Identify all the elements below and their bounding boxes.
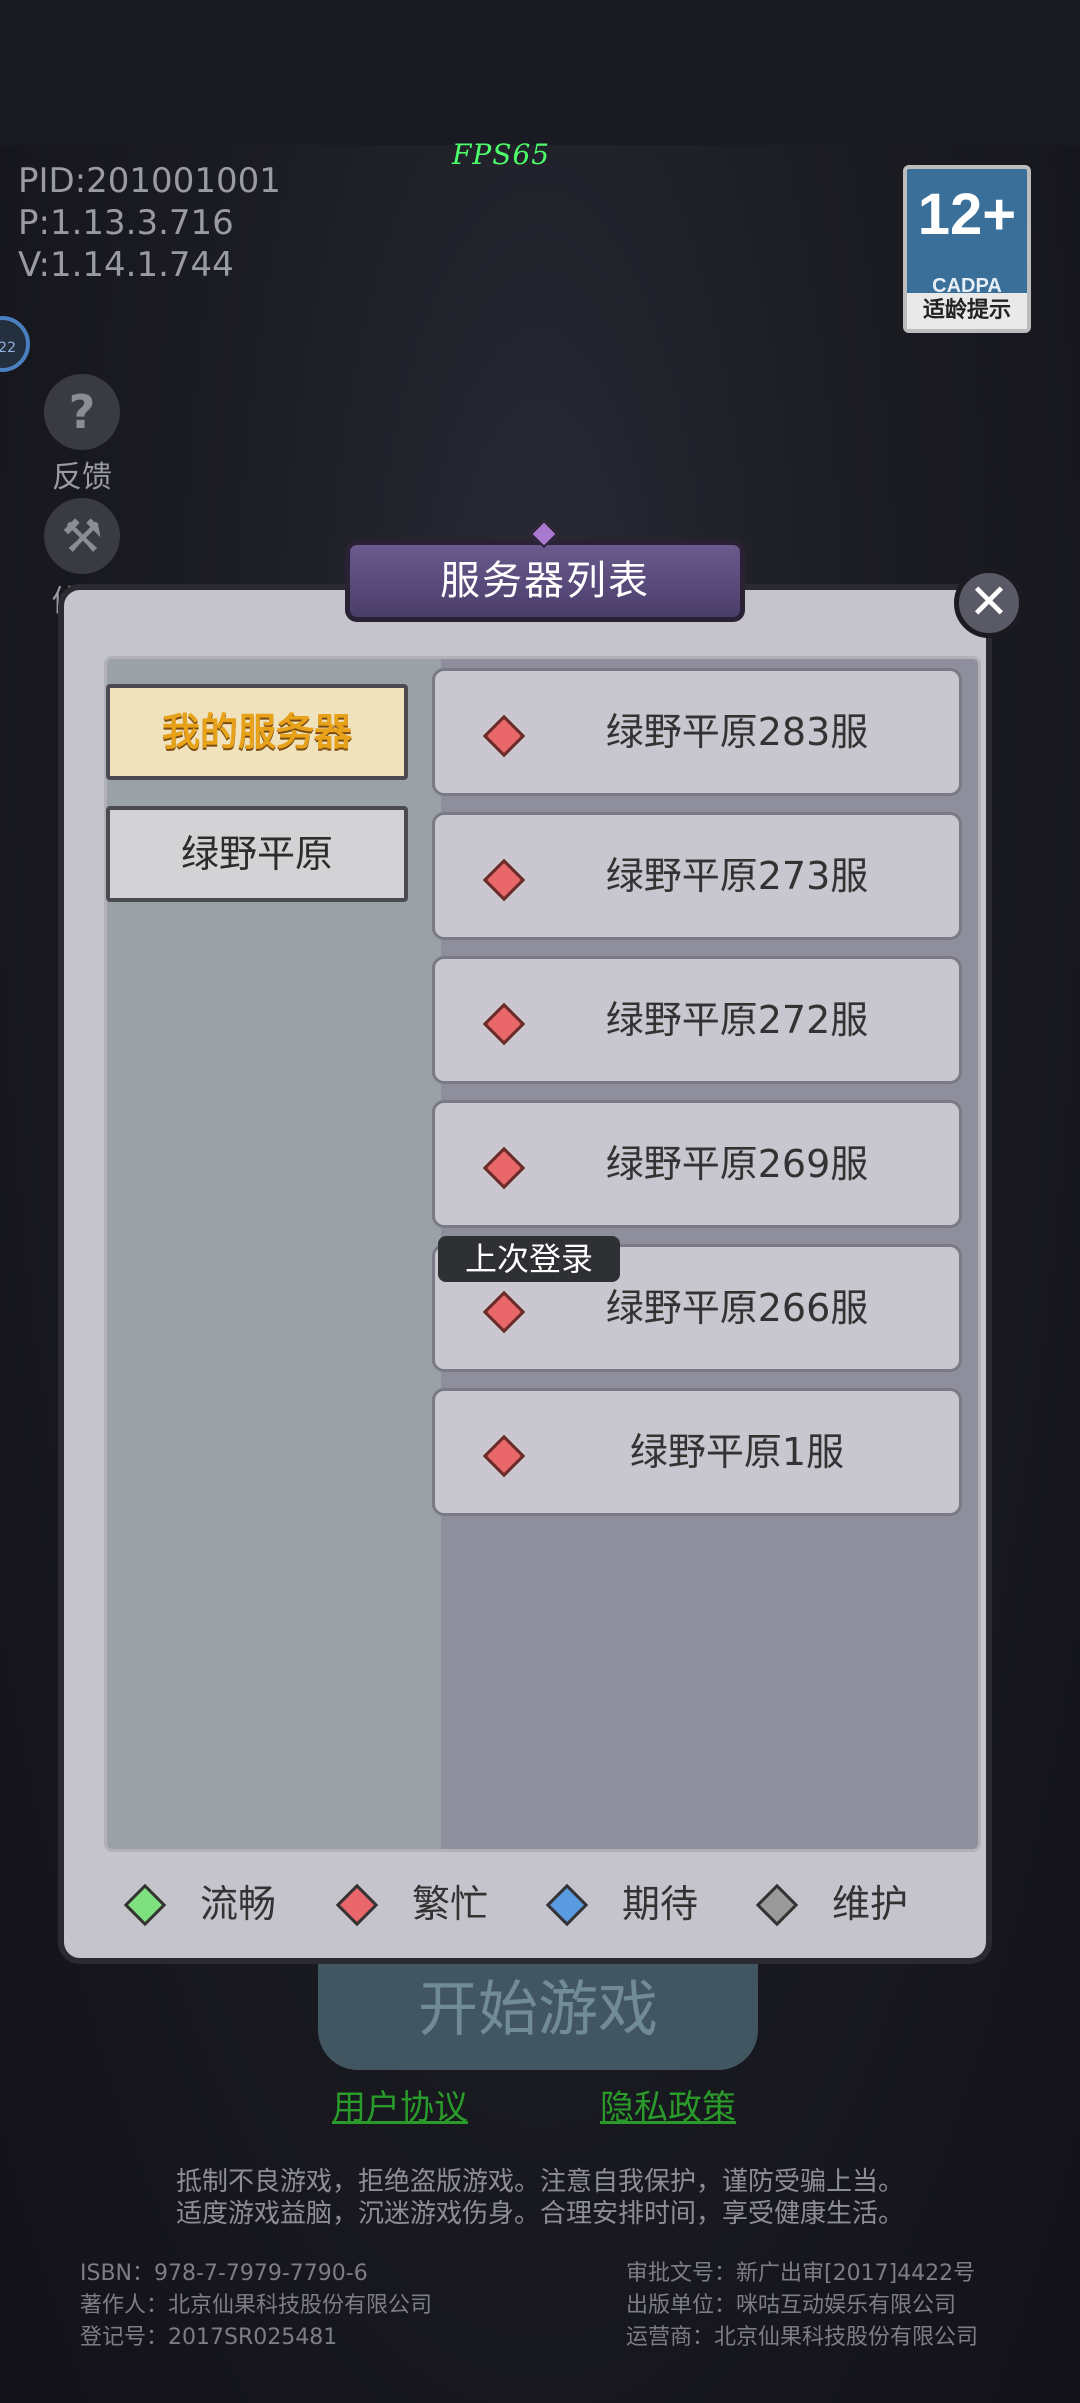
top-band	[0, 0, 1080, 145]
user-agreement-link[interactable]: 用户协议	[332, 2080, 468, 2129]
server-item[interactable]: 绿野平原269服	[432, 1100, 962, 1228]
dialog-title-banner: 服务器列表	[345, 519, 745, 630]
p-version-text: P:1.13.3.716	[18, 203, 234, 243]
server-name: 绿野平原1服	[629, 1430, 845, 1474]
close-button[interactable]: ✕	[954, 568, 1024, 638]
server-item[interactable]: 绿野平原272服	[432, 956, 962, 1084]
fps-counter: FPS65	[452, 138, 551, 171]
pid-text: PID:201001001	[18, 161, 281, 201]
debug-info: PID:201001001 P:1.13.3.716 V:1.14.1.744	[18, 160, 281, 286]
notice-line-1: 抵制不良游戏，拒绝盗版游戏。注意自我保护，谨防受骗上当。	[175, 2167, 904, 2197]
v-version-text: V:1.14.1.744	[18, 245, 234, 285]
server-name: 绿野平原273服	[605, 854, 869, 898]
operator-text: 运营商：北京仙果科技股份有限公司	[626, 2325, 979, 2350]
server-name: 绿野平原283服	[605, 710, 869, 754]
age-rating-tip: 适龄提示	[907, 293, 1027, 329]
tab-green-plains[interactable]: 绿野平原	[106, 806, 408, 902]
last-login-tag: 上次登录	[438, 1236, 620, 1282]
approval-text: 审批文号：新广出审[2017]4422号	[626, 2261, 976, 2286]
dialog-title: 服务器列表	[440, 558, 650, 604]
age-rating: 12+	[917, 182, 1017, 247]
age-rating-badge[interactable]: 12+ CADPA 适龄提示	[903, 165, 1031, 333]
server-item[interactable]: 绿野平原283服	[432, 668, 962, 796]
server-item[interactable]: 绿野平原1服	[432, 1388, 962, 1516]
server-item[interactable]: 绿野平原273服	[432, 812, 962, 940]
question-icon: ?	[44, 374, 120, 450]
ring-button[interactable]: 22	[0, 316, 30, 372]
feedback-label: 反馈	[52, 460, 112, 495]
wrench-icon: ⚒	[44, 498, 120, 574]
start-game-button[interactable]: 开始游戏	[318, 1960, 758, 2070]
server-name: 绿野平原272服	[605, 998, 869, 1042]
tab-my-servers[interactable]: 我的服务器	[106, 684, 408, 780]
author-text: 著作人：北京仙果科技股份有限公司	[80, 2293, 433, 2318]
publisher-text: 出版单位：咪咕互动娱乐有限公司	[626, 2293, 957, 2318]
feedback-button[interactable]: ? 反馈	[40, 374, 124, 496]
notice-line-2: 适度游戏益脑，沉迷游戏伤身。合理安排时间，享受健康生活。	[175, 2199, 904, 2229]
privacy-policy-link[interactable]: 隐私政策	[600, 2080, 736, 2129]
isbn-text: ISBN：978-7-7979-7790-6	[80, 2261, 368, 2286]
registration-text: 登记号：2017SR025481	[80, 2325, 338, 2350]
server-name: 绿野平原269服	[605, 1142, 869, 1186]
